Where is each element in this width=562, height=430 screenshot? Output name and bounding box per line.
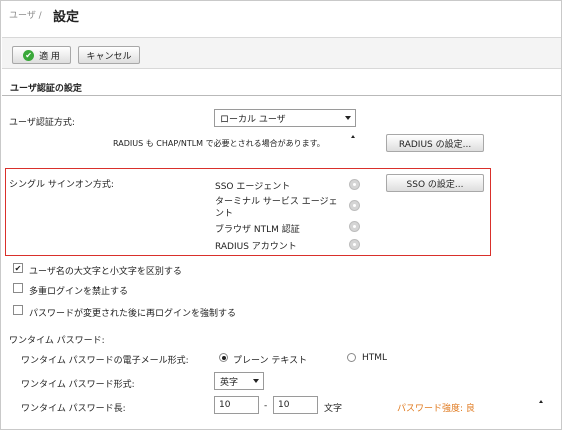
check-icon: ✔ [23, 49, 35, 61]
triangle-marker-icon [351, 135, 355, 138]
settings-panel: ユーザ / 設定 ✔ 適 用 キャンセル ユーザ認証の設定 ユーザ認証方式: ロ… [0, 0, 562, 430]
auth-method-value: ローカル ユーザ [220, 114, 286, 125]
sso-settings-button[interactable]: SSO の設定... [386, 174, 484, 192]
otp-length-label: ワンタイム パスワード長: [21, 404, 126, 414]
apply-button[interactable]: ✔ 適 用 [12, 46, 71, 64]
html-radio[interactable] [347, 353, 356, 362]
breadcrumb[interactable]: ユーザ / [9, 8, 42, 21]
status-dot-icon [349, 239, 360, 250]
toolbar: ✔ 適 用 キャンセル [2, 37, 561, 69]
section-header-user-auth: ユーザ認証の設定 [2, 79, 561, 96]
html-label: HTML [362, 353, 388, 363]
force-relogin-checkbox[interactable] [13, 305, 23, 315]
section-title: ユーザ認証の設定 [10, 84, 82, 94]
sso-method-terminal-cont: ント [215, 209, 234, 219]
sso-method-radius: RADIUS アカウント [215, 242, 297, 252]
chevron-down-icon [253, 379, 259, 383]
no-multi-login-label: 多重ログインを禁止する [29, 287, 129, 297]
length-dash: - [264, 401, 268, 411]
otp-email-format-label: ワンタイム パスワードの電子メール形式: [21, 356, 189, 366]
auth-method-label: ユーザ認証方式: [9, 118, 75, 128]
status-dot-icon [349, 221, 360, 232]
sso-method-ntlm: ブラウザ NTLM 認証 [215, 225, 300, 235]
triangle-marker-icon [539, 400, 543, 403]
page-title: 設定 [53, 10, 80, 25]
radius-settings-button[interactable]: RADIUS の設定... [386, 134, 484, 152]
auth-method-select[interactable]: ローカル ユーザ [214, 109, 356, 127]
otp-length-min-input[interactable]: 10 [214, 396, 259, 414]
force-relogin-label: パスワードが変更された後に再ログインを強制する [29, 309, 237, 319]
otp-format-value: 英字 [220, 377, 239, 388]
no-multi-login-checkbox[interactable] [13, 283, 23, 293]
otp-format-select[interactable]: 英字 [214, 372, 264, 390]
status-dot-icon [349, 200, 360, 211]
password-strength: パスワード強度: 良 [397, 404, 475, 414]
otp-section-label: ワンタイム パスワード: [9, 336, 105, 346]
case-sensitive-label: ユーザ名の大文字と小文字を区別する [29, 267, 182, 277]
length-unit: 文字 [324, 404, 343, 414]
case-sensitive-checkbox[interactable]: ✔ [13, 263, 23, 273]
sso-label: シングル サインオン方式: [9, 180, 114, 190]
sso-method-agent: SSO エージェント [215, 182, 291, 192]
plain-text-radio[interactable] [219, 353, 228, 362]
plain-text-label: プレーン テキスト [233, 356, 308, 366]
sso-method-terminal: ターミナル サービス エージェ [215, 197, 338, 207]
otp-format-label: ワンタイム パスワード形式: [21, 380, 135, 390]
cancel-button[interactable]: キャンセル [78, 46, 140, 64]
otp-length-max-input[interactable]: 10 [273, 396, 318, 414]
status-dot-icon [349, 179, 360, 190]
radius-note: RADIUS も CHAP/NTLM で必要とされる場合があります。 [113, 139, 325, 148]
apply-button-label: 適 用 [39, 51, 60, 62]
chevron-down-icon [345, 116, 351, 120]
